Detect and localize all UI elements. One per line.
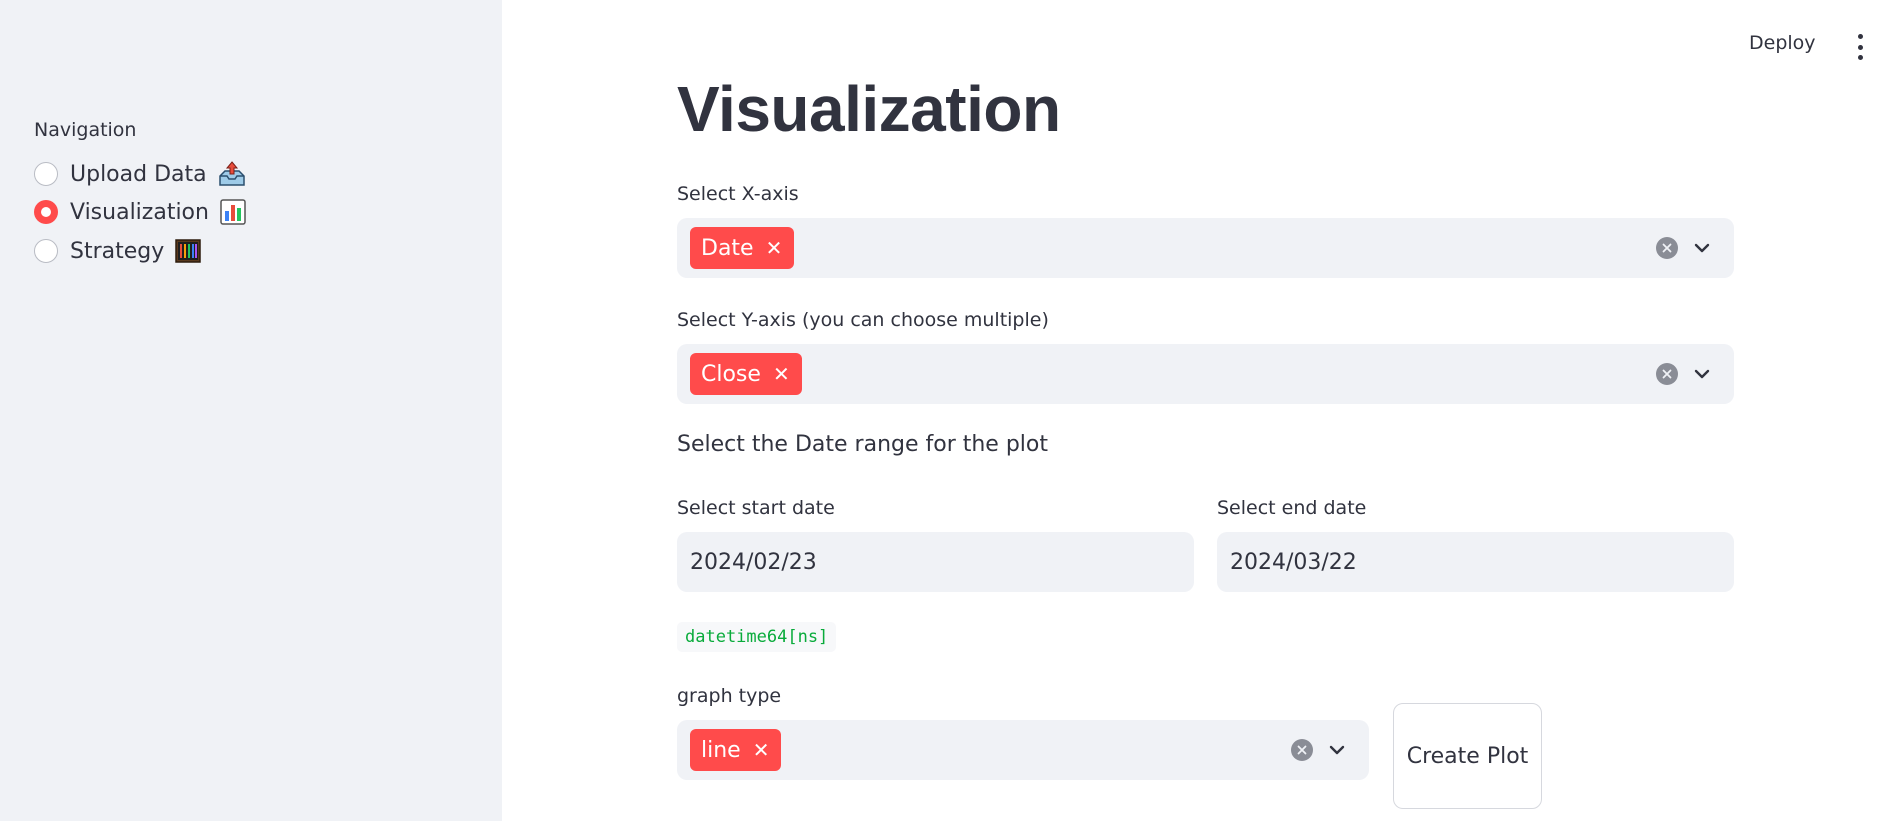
selected-tag: line ✕ [690,729,782,771]
end-date-input[interactable] [1217,532,1734,592]
clear-icon[interactable] [1656,237,1678,259]
app-root: Navigation Upload Data Visualization Str… [0,0,1900,821]
x-axis-multiselect[interactable]: Date ✕ [677,218,1734,278]
abacus-icon [174,237,202,265]
remove-tag-icon[interactable]: ✕ [753,740,770,760]
inbox-tray-upload-icon [217,160,247,188]
radio-button-selected[interactable] [34,200,58,224]
remove-tag-icon[interactable]: ✕ [773,364,790,384]
sidebar: Navigation Upload Data Visualization Str… [0,0,502,821]
x-axis-label: Select X-axis [677,183,799,205]
date-range-caption: Select the Date range for the plot [677,432,1049,457]
nav-option-strategy[interactable]: Strategy [34,235,202,267]
start-date-input[interactable] [677,532,1194,592]
tag-label: Close [701,361,761,387]
end-date-label: Select end date [1217,497,1367,519]
nav-option-label: Upload Data [70,161,207,187]
tag-label: Date [701,235,754,261]
selected-tag: Close ✕ [690,353,802,395]
y-axis-label: Select Y-axis (you can choose multiple) [677,309,1049,331]
navigation-heading: Navigation [34,119,137,141]
nav-option-label: Visualization [70,199,209,225]
start-date-label: Select start date [677,497,835,519]
radio-button[interactable] [34,162,58,186]
create-plot-button[interactable]: Create Plot [1393,703,1542,809]
nav-option-label: Strategy [70,238,165,264]
nav-option-visualization[interactable]: Visualization [34,196,247,228]
tag-label: line [701,737,741,763]
nav-option-upload-data[interactable]: Upload Data [34,158,247,190]
clear-icon[interactable] [1291,739,1313,761]
y-axis-multiselect[interactable]: Close ✕ [677,344,1734,404]
dtype-code-block: datetime64[ns] [677,622,837,652]
page-title: Visualization [677,73,1061,145]
bar-chart-icon [219,198,247,226]
chevron-down-icon[interactable] [1327,740,1347,760]
graph-type-multiselect[interactable]: line ✕ [677,720,1369,780]
selected-tag: Date ✕ [690,227,795,269]
chevron-down-icon[interactable] [1692,238,1712,258]
remove-tag-icon[interactable]: ✕ [766,238,783,258]
deploy-button[interactable]: Deploy [1749,32,1816,54]
chevron-down-icon[interactable] [1692,364,1712,384]
vertical-ellipsis-icon[interactable] [1853,34,1867,60]
radio-button[interactable] [34,239,58,263]
clear-icon[interactable] [1656,363,1678,385]
graph-type-label: graph type [677,685,782,707]
